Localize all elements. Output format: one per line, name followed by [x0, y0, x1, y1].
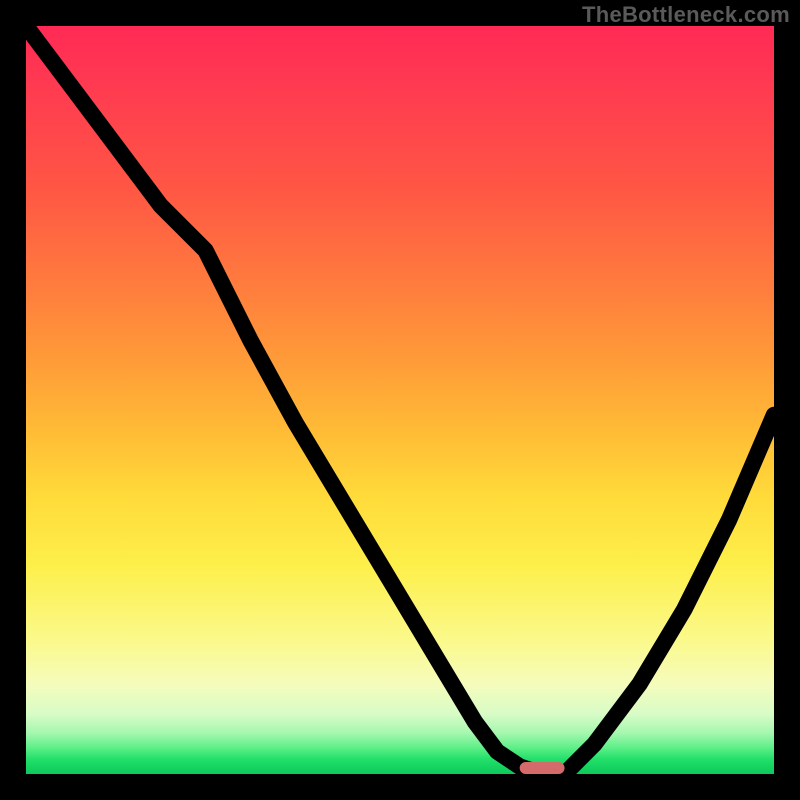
- bottleneck-curve: [26, 26, 774, 774]
- watermark-text: TheBottleneck.com: [582, 2, 790, 28]
- optimal-range-marker: [520, 762, 565, 774]
- curve-layer: [26, 26, 774, 774]
- plot-area: [26, 26, 774, 774]
- chart-container: TheBottleneck.com: [0, 0, 800, 800]
